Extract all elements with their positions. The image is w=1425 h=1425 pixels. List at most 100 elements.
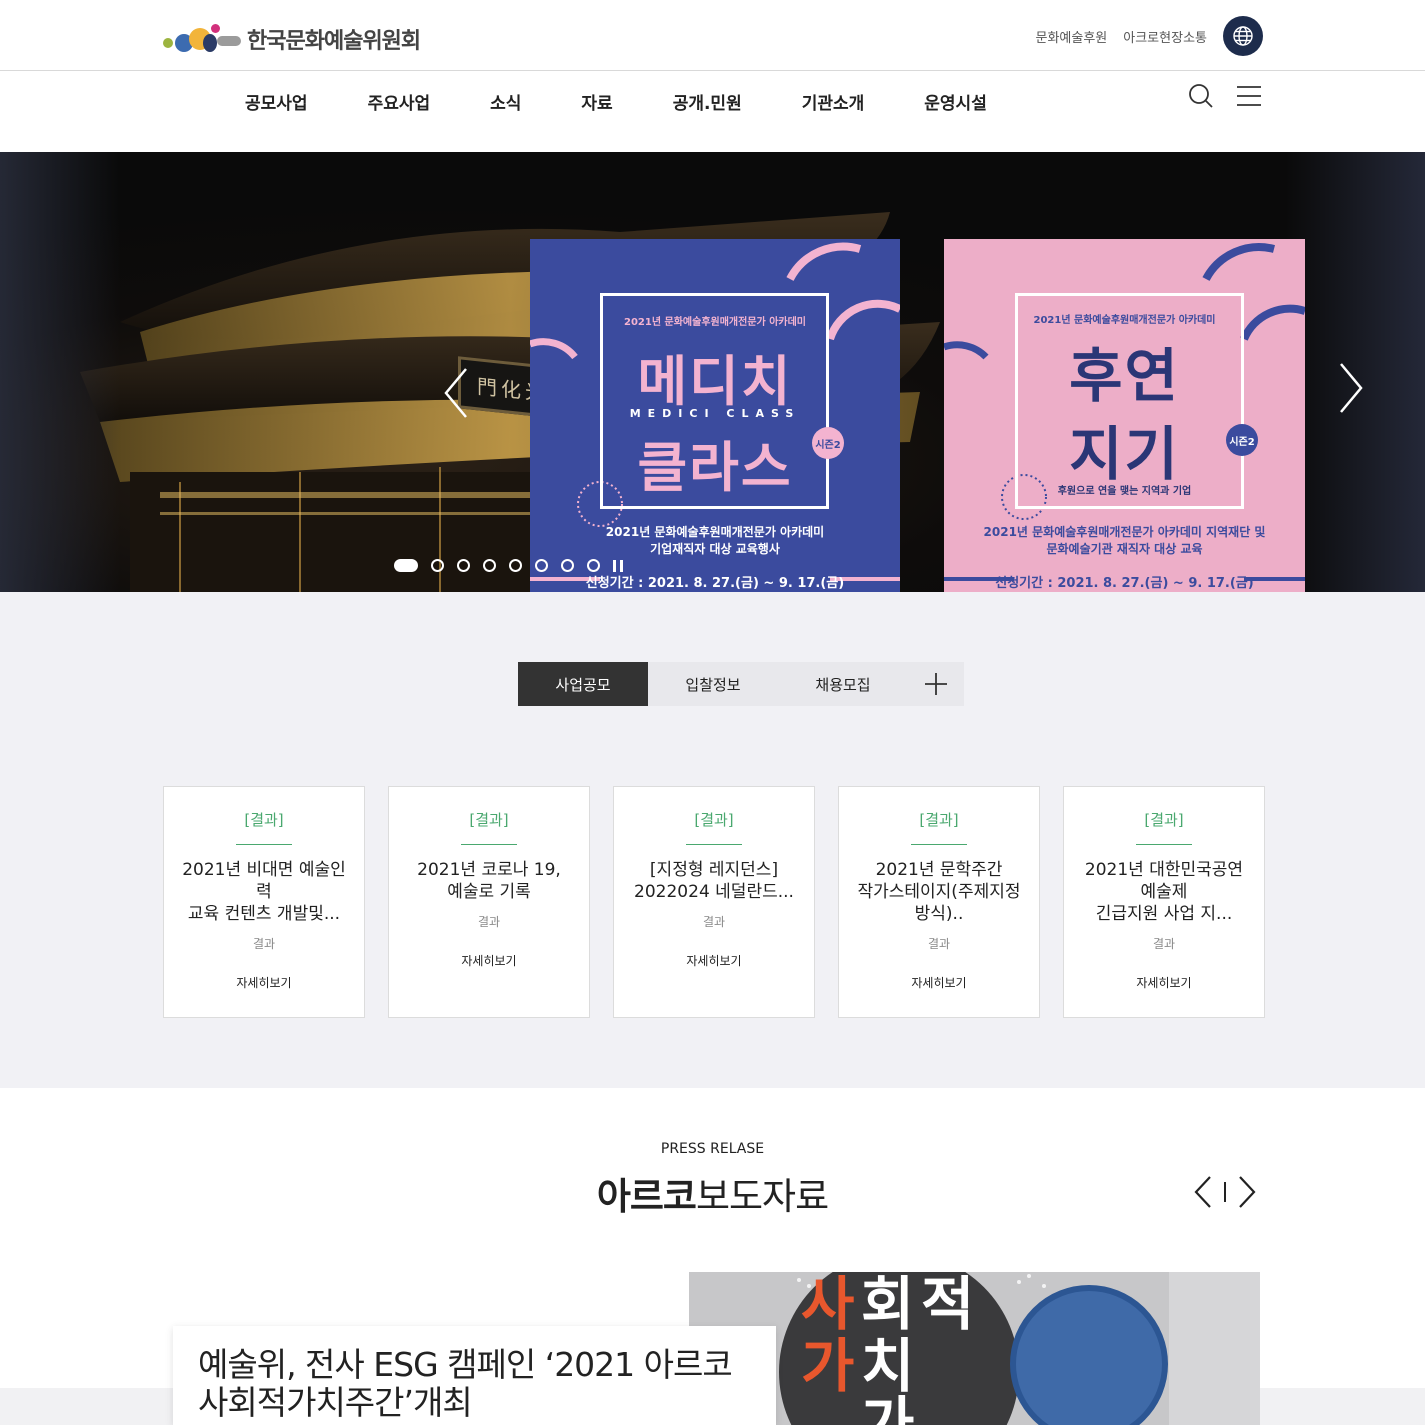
poster-sub-line1: 2021년 문화예술후원매개전문가 아카데미 xyxy=(605,525,825,539)
card-status: 결과 xyxy=(252,937,276,951)
logo[interactable]: 한국문화예술위원회 xyxy=(163,22,421,56)
nav-item-news[interactable]: 소식 xyxy=(460,89,551,114)
card-more-link[interactable]: 자세히보기 xyxy=(164,974,364,991)
tab-recruitment[interactable]: 채용모집 xyxy=(778,662,908,706)
banner-slide-medici-class[interactable]: 2021년 문화예술후원매개전문가 아카데미 메디치 MEDICI CLASS … xyxy=(530,239,900,614)
tab-open-calls[interactable]: 사업공모 xyxy=(518,662,648,706)
notice-section: 사업공모 입찰정보 채용모집 [결과] 2021년 비대면 예술인력 교육 컨텐츠… xyxy=(0,592,1425,1088)
card-more-link[interactable]: 자세히보기 xyxy=(839,974,1039,991)
slide-dot-2[interactable] xyxy=(431,559,444,572)
card-divider xyxy=(1136,844,1192,845)
poster-period: 신청기간 : 2021. 8. 27.(금) ~ 9. 17.(금) xyxy=(995,576,1254,591)
card-more-link[interactable]: 자세히보기 xyxy=(614,952,814,969)
press-prev-arrow-icon[interactable] xyxy=(1193,1175,1213,1209)
card-more-link[interactable]: 자세히보기 xyxy=(389,952,589,969)
poster-sub-line2: 기업재직자 대상 교육행사 xyxy=(650,542,780,556)
nav-icons xyxy=(1188,83,1262,109)
poster-title-line1: 후연 xyxy=(1069,342,1180,410)
card-title: 2021년 문학주간 작가스테이지(주제지정방식).. xyxy=(857,860,1021,924)
notice-card[interactable]: [결과] 2021년 대한민국공연예술제 긴급지원 사업 지... 결과 자세히보… xyxy=(1063,786,1265,1018)
press-title-bold: 아르코 xyxy=(596,1175,697,1218)
search-icon[interactable] xyxy=(1188,83,1214,109)
slide-dot-3[interactable] xyxy=(457,559,470,572)
nav-item-facilities[interactable]: 운영시설 xyxy=(894,89,1017,114)
press-thumb-char-4: 가 xyxy=(801,1332,854,1400)
slide-dot-4[interactable] xyxy=(483,559,496,572)
poster-top-text: 2021년 문화예술후원매개전문가 아카데미 xyxy=(1033,315,1216,326)
hero-fade-left xyxy=(0,152,120,592)
card-tag: [결과] xyxy=(919,811,959,829)
card-divider xyxy=(911,844,967,845)
press-headline-card[interactable]: 예술위, 전사 ESG 캠페인 ‘2021 아르코 사회적가치주간’개최 xyxy=(173,1326,776,1425)
card-tag: [결과] xyxy=(244,811,284,829)
slide-dot-7[interactable] xyxy=(561,559,574,572)
page: 한국문화예술위원회 문화예술후원 아크로현장소통 공모사업 주요사업 소식 자료… xyxy=(0,0,1425,1425)
nav-item-open-calls[interactable]: 공모사업 xyxy=(215,89,338,114)
poster-tagline: 후원으로 연을 맺는 지역과 기업 xyxy=(1057,486,1192,497)
top-bar: 한국문화예술위원회 문화예술후원 아크로현장소통 xyxy=(0,0,1425,71)
card-divider xyxy=(236,844,292,845)
press-thumb-char-1: 사 xyxy=(801,1272,854,1338)
more-button[interactable] xyxy=(908,662,964,706)
slide-prev-arrow-icon[interactable] xyxy=(440,365,474,421)
main-navigation: 공모사업 주요사업 소식 자료 공개.민원 기관소개 운영시설 xyxy=(0,71,1425,152)
card-status: 결과 xyxy=(927,937,951,951)
slide-dot-6[interactable] xyxy=(535,559,548,572)
poster-title-line1: 메디치 xyxy=(637,350,793,413)
nav-item-disclosure[interactable]: 공개.민원 xyxy=(643,89,772,114)
utility-links: 문화예술후원 아크로현장소통 xyxy=(1036,16,1263,56)
card-status: 결과 xyxy=(477,915,501,929)
globe-icon xyxy=(1233,26,1253,46)
card-tag: [결과] xyxy=(1144,811,1184,829)
poster-badge: 시즌2 xyxy=(1226,424,1258,456)
tab-bids[interactable]: 입찰정보 xyxy=(648,662,778,706)
poster-badge: 시즌2 xyxy=(812,427,844,459)
press-section-label: PRESS RELASE xyxy=(660,1141,765,1157)
org-name: 한국문화예술위원회 xyxy=(247,29,421,54)
pause-icon[interactable] xyxy=(613,559,623,572)
card-divider xyxy=(686,844,742,845)
slide-next-arrow-icon[interactable] xyxy=(1333,360,1367,416)
notice-card[interactable]: [결과] 2021년 문학주간 작가스테이지(주제지정방식).. 결과 자세히보기 xyxy=(838,786,1040,1018)
card-status: 결과 xyxy=(1152,937,1176,951)
notice-tabs: 사업공모 입찰정보 채용모집 xyxy=(518,662,964,706)
press-thumb-char-2: 회 xyxy=(861,1272,914,1338)
card-more-link[interactable]: 자세히보기 xyxy=(1064,974,1264,991)
card-title: 2021년 비대면 예술인력 교육 컨텐츠 개발및... xyxy=(182,860,346,924)
nav-item-resources[interactable]: 자료 xyxy=(551,89,642,114)
banner-slide-huyeon-jigi[interactable]: 2021년 문화예술후원매개전문가 아카데미 후연 지기 시즌2 후원으로 연을… xyxy=(944,239,1305,614)
slide-dot-8[interactable] xyxy=(587,559,600,572)
notice-card[interactable]: [결과] 2021년 코로나 19, 예술로 기록 결과 자세히보기 xyxy=(388,786,590,1018)
poster-top-text: 2021년 문화예술후원매개전문가 아카데미 xyxy=(624,317,806,328)
slide-dot-5[interactable] xyxy=(509,559,522,572)
nav-item-about[interactable]: 기관소개 xyxy=(772,89,895,114)
card-tag: [결과] xyxy=(694,811,734,829)
divider-icon xyxy=(1224,1182,1226,1202)
notice-card[interactable]: [결과] [지정형 레지던스] 2022024 네덜란드... 결과 자세히보기 xyxy=(613,786,815,1018)
card-divider xyxy=(461,844,517,845)
slide-dot-1[interactable] xyxy=(394,559,418,572)
slide-pagination xyxy=(394,559,623,572)
poster-sub-line2: 문화예술기관 재직자 대상 교육 xyxy=(1046,542,1203,556)
card-title: 2021년 대한민국공연예술제 긴급지원 사업 지... xyxy=(1084,860,1244,924)
press-thumb-char-3: 적 xyxy=(921,1272,974,1338)
press-next-arrow-icon[interactable] xyxy=(1237,1175,1257,1209)
nav-item-main-projects[interactable]: 주요사업 xyxy=(338,89,461,114)
util-link-sponsorship[interactable]: 문화예술후원 xyxy=(1036,27,1108,46)
press-headline: 예술위, 전사 ESG 캠페인 ‘2021 아르코 사회적가치주간’개최 xyxy=(198,1345,733,1422)
plus-icon xyxy=(925,673,947,695)
poster-period: 신청기간 : 2021. 8. 27.(금) ~ 9. 17.(금) xyxy=(585,576,845,591)
poster-title-mid: MEDICI CLASS xyxy=(629,407,801,420)
press-thumb-char-6: 가 xyxy=(861,1390,914,1425)
notice-card[interactable]: [결과] 2021년 비대면 예술인력 교육 컨텐츠 개발및... 결과 자세히보… xyxy=(163,786,365,1018)
card-title: 2021년 코로나 19, 예술로 기록 xyxy=(417,860,561,902)
util-link-field-communication[interactable]: 아크로현장소통 xyxy=(1123,27,1207,46)
notice-card-list: [결과] 2021년 비대면 예술인력 교육 컨텐츠 개발및... 결과 자세히보… xyxy=(163,786,1265,1018)
poster-title-line2: 클라스 xyxy=(637,436,793,499)
language-globe-button[interactable] xyxy=(1223,16,1263,56)
card-title: [지정형 레지던스] 2022024 네덜란드... xyxy=(634,860,794,902)
poster-sub-line1: 2021년 문화예술후원매개전문가 아카데미 지역재단 및 xyxy=(983,525,1266,539)
menu-icon[interactable] xyxy=(1236,85,1262,107)
card-status: 결과 xyxy=(702,915,726,929)
card-tag: [결과] xyxy=(469,811,509,829)
